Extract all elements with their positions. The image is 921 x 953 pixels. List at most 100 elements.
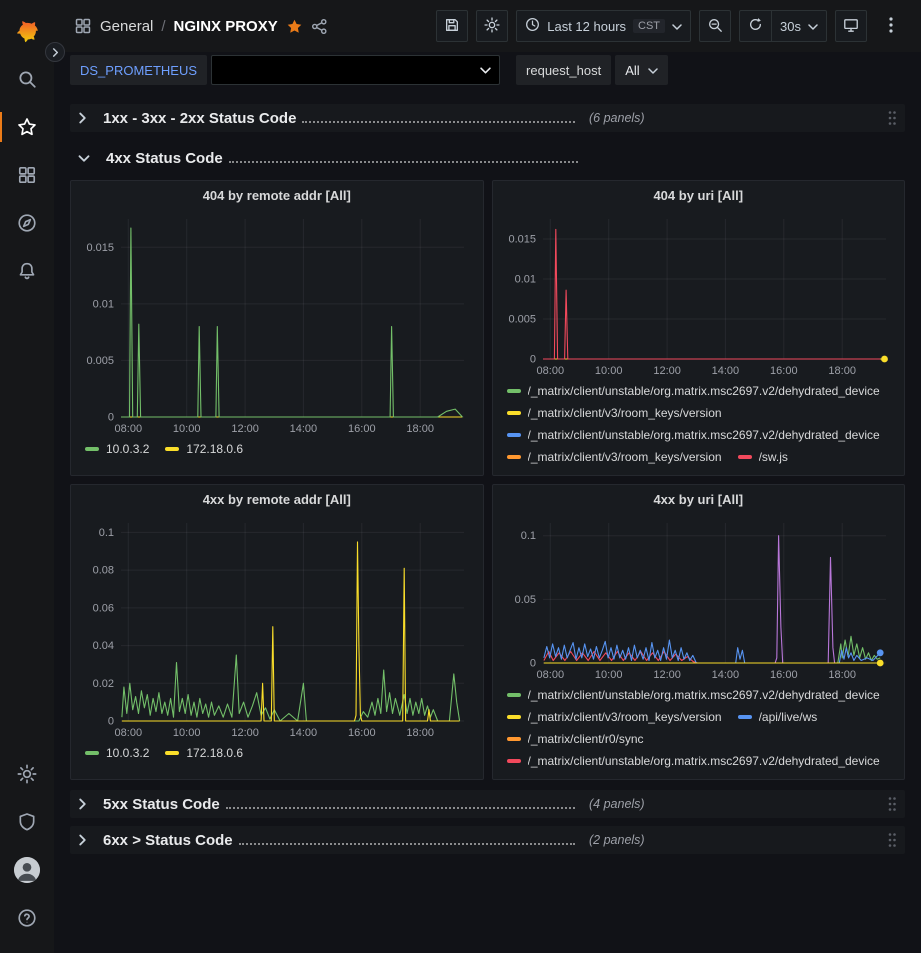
var-request-host-label: request_host (516, 55, 611, 85)
svg-text:14:00: 14:00 (290, 423, 318, 435)
legend-item[interactable]: /_matrix/client/unstable/org.matrix.msc2… (507, 425, 880, 445)
var-request-host: request_host All (516, 55, 668, 85)
zoom-out-button[interactable] (699, 10, 731, 42)
dotted-leader (226, 807, 575, 809)
var-datasource-select[interactable] (211, 55, 500, 85)
row-5xx[interactable]: 5xx Status Code (4 panels) (70, 790, 905, 818)
refresh-interval-label: 30s (780, 19, 801, 34)
row-6xx[interactable]: 6xx > Status Code (2 panels) (70, 826, 905, 854)
row-4xx[interactable]: 4xx Status Code (70, 144, 905, 172)
top-actions: Last 12 hours CST (436, 10, 907, 42)
svg-text:10:00: 10:00 (173, 423, 201, 435)
breadcrumb-divider: / (161, 18, 165, 35)
legend-item[interactable]: /_matrix/client/v3/room_keys/version (507, 707, 722, 727)
legend-item[interactable]: /_matrix/client/unstable/org.matrix.msc2… (507, 685, 880, 705)
timeseries-chart[interactable]: 00.050.108:0010:0012:0014:0016:0018:00 (501, 513, 898, 683)
legend-item[interactable]: /_matrix/client/v3/room_keys/version (507, 447, 722, 467)
timeseries-chart[interactable]: 00.0050.010.01508:0010:0012:0014:0016:00… (501, 209, 898, 379)
legend-item[interactable]: 10.0.3.2 (85, 439, 149, 459)
dashboard-canvas: 1xx - 3xx - 2xx Status Code (6 panels) (54, 88, 921, 953)
dashboard-title[interactable]: NGINX PROXY (174, 18, 278, 35)
var-request-host-value: All (625, 63, 639, 78)
sidebar-item-server-admin[interactable] (0, 799, 54, 845)
legend-item[interactable]: /_matrix/client/v3/room_keys/version (507, 403, 722, 423)
row-title: 5xx Status Code (103, 796, 220, 813)
chevron-down-icon (808, 19, 818, 34)
var-request-host-select[interactable]: All (615, 55, 667, 85)
svg-text:0.015: 0.015 (508, 234, 536, 246)
save-dashboard-button[interactable] (436, 10, 468, 42)
refresh-button[interactable] (739, 10, 771, 42)
sidebar-item-profile[interactable] (0, 847, 54, 893)
timeseries-chart[interactable]: 00.020.040.060.080.108:0010:0012:0014:00… (79, 513, 476, 741)
chevron-down-icon (672, 19, 682, 34)
sidebar-item-dashboards[interactable] (0, 152, 54, 198)
tv-mode-button[interactable] (835, 10, 867, 42)
favorite-star-icon[interactable] (286, 18, 303, 35)
legend-marker (85, 751, 99, 755)
sidebar-item-alerting[interactable] (0, 248, 54, 294)
svg-text:0: 0 (108, 716, 114, 728)
legend-item[interactable]: /api/live/ws (738, 707, 818, 727)
sidebar-item-starred[interactable] (0, 104, 54, 150)
svg-text:0.08: 0.08 (93, 565, 114, 577)
panel-title[interactable]: 404 by uri [All] (501, 183, 897, 209)
row-panel-count: (6 panels) (589, 111, 645, 125)
legend-marker (507, 715, 521, 719)
legend-item[interactable]: /_matrix/client/unstable/org.matrix.msc2… (507, 381, 880, 401)
row-drag-handle[interactable] (887, 796, 897, 812)
legend-item[interactable]: /_matrix/client/unstable/org.matrix.msc2… (507, 751, 880, 771)
panel-title[interactable]: 4xx by uri [All] (501, 487, 897, 513)
breadcrumb-folder[interactable]: General (100, 18, 153, 35)
sidebar-item-help[interactable] (0, 895, 54, 941)
user-avatar (14, 857, 40, 883)
svg-text:0.02: 0.02 (93, 678, 114, 690)
legend-label: 10.0.3.2 (106, 439, 149, 459)
chevron-right-icon (78, 834, 87, 846)
sidebar-item-configuration[interactable] (0, 751, 54, 797)
legend-label: 172.18.0.6 (186, 743, 243, 763)
kebab-menu-button[interactable] (875, 10, 907, 42)
sidebar-item-explore[interactable] (0, 200, 54, 246)
var-datasource-label: DS_PROMETHEUS (70, 55, 207, 85)
legend-label: /_matrix/client/r0/sync (528, 729, 644, 749)
chevron-right-icon (78, 798, 87, 810)
svg-text:0.1: 0.1 (99, 527, 114, 539)
dashboard-settings-button[interactable] (476, 10, 508, 42)
shield-icon (17, 812, 37, 832)
panel-title[interactable]: 404 by remote addr [All] (79, 183, 475, 209)
row-1xx-3xx-2xx[interactable]: 1xx - 3xx - 2xx Status Code (6 panels) (70, 104, 905, 132)
panel-title[interactable]: 4xx by remote addr [All] (79, 487, 475, 513)
gear-icon (17, 764, 37, 784)
legend-item[interactable]: 172.18.0.6 (165, 439, 243, 459)
row-title-area: 4xx Status Code (106, 150, 584, 167)
share-icon[interactable] (311, 18, 328, 35)
svg-text:18:00: 18:00 (828, 365, 856, 377)
row-drag-handle[interactable] (887, 110, 897, 126)
row-drag-handle[interactable] (887, 832, 897, 848)
timeseries-chart[interactable]: 00.0050.010.01508:0010:0012:0014:0016:00… (79, 209, 476, 437)
variables-bar: DS_PROMETHEUS request_host All (54, 52, 921, 88)
refresh-group: 30s (739, 10, 827, 42)
panel-404-by-uri: 404 by uri [All] 00.0050.010.01508:0010:… (492, 180, 906, 476)
legend-item[interactable]: /_matrix/client/r0/sync (507, 729, 644, 749)
sidebar-expand-button[interactable] (45, 42, 65, 62)
svg-text:12:00: 12:00 (231, 727, 259, 739)
legend-item[interactable]: /sw.js (738, 447, 788, 467)
svg-text:10:00: 10:00 (594, 365, 622, 377)
svg-text:0.01: 0.01 (93, 298, 114, 310)
legend-item[interactable]: 172.18.0.6 (165, 743, 243, 763)
sidebar-item-search[interactable] (0, 56, 54, 102)
svg-text:0.06: 0.06 (93, 602, 114, 614)
svg-text:08:00: 08:00 (536, 365, 564, 377)
legend-item[interactable]: 10.0.3.2 (85, 743, 149, 763)
apps-grid-icon[interactable] (74, 17, 92, 35)
legend-marker (507, 433, 521, 437)
refresh-interval-dropdown[interactable]: 30s (771, 10, 827, 42)
svg-text:0: 0 (529, 658, 535, 670)
svg-text:0: 0 (108, 412, 114, 424)
panel-legend: /_matrix/client/unstable/org.matrix.msc2… (501, 379, 897, 471)
time-range-picker[interactable]: Last 12 hours CST (516, 10, 691, 42)
help-icon (17, 908, 37, 928)
svg-text:0.005: 0.005 (508, 314, 536, 326)
